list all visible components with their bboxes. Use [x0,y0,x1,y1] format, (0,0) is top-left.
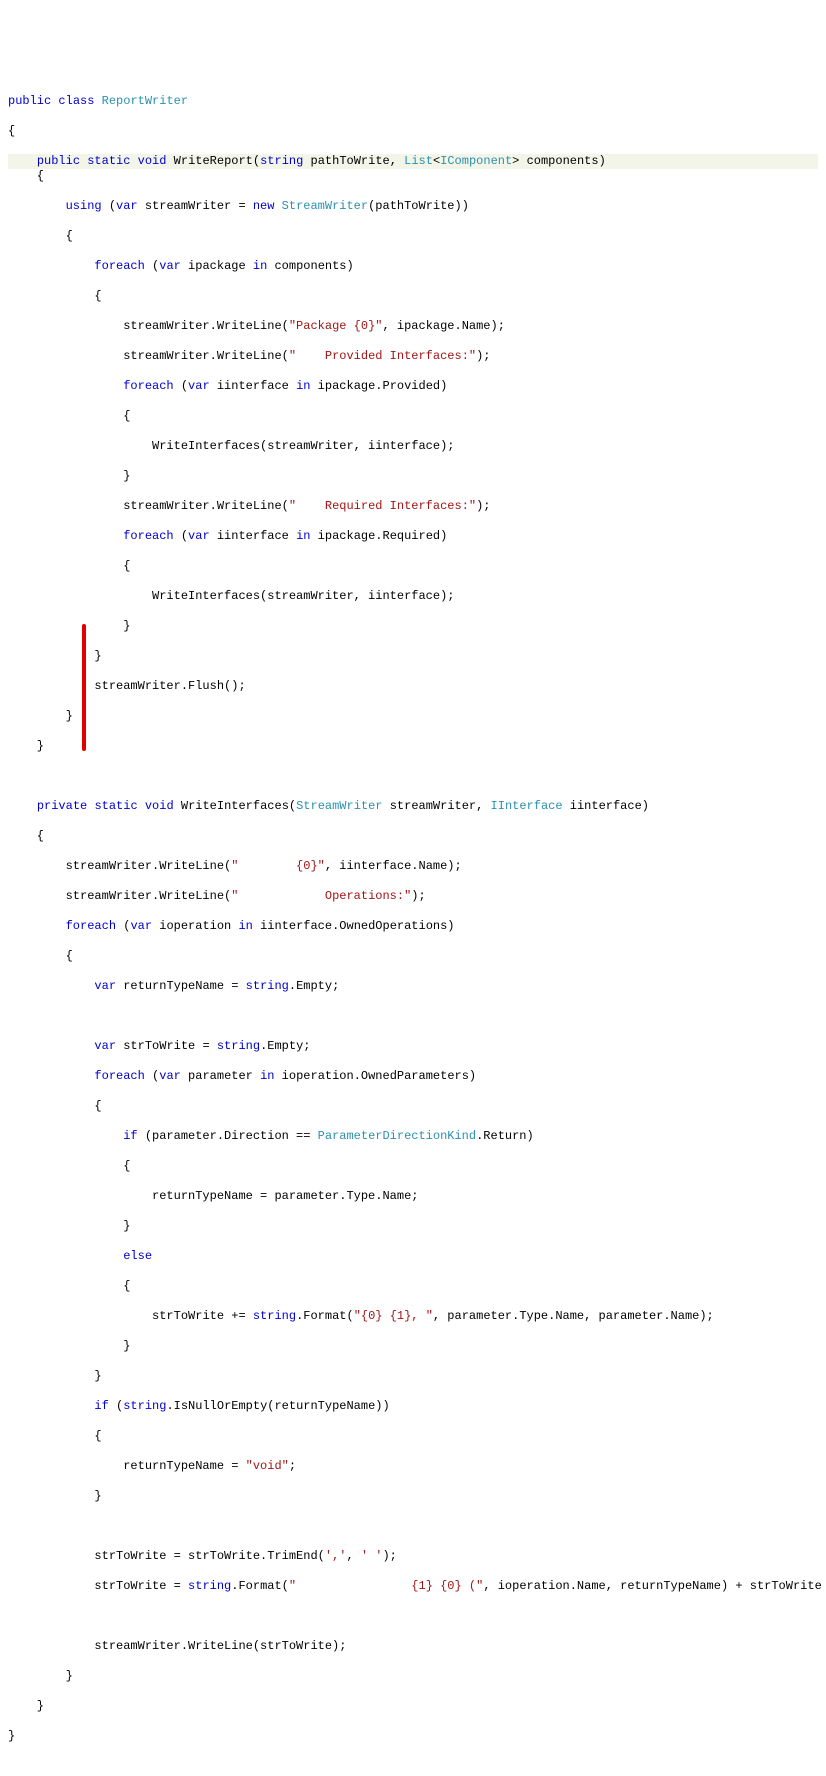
code-line [8,1519,818,1534]
code-line: { [8,289,818,304]
code-line: } [8,1219,818,1234]
code-line: streamWriter.WriteLine(strToWrite); [8,1639,818,1654]
code-line: { [8,1099,818,1114]
code-line: streamWriter.WriteLine(" Required Interf… [8,499,818,514]
code-line: returnTypeName = "void"; [8,1459,818,1474]
code-line: foreach (var ioperation in iinterface.Ow… [8,919,818,934]
code-line: { [8,829,818,844]
code-line: { [8,1429,818,1444]
code-line-highlighted: public static void WriteReport(string pa… [8,154,818,169]
code-line: streamWriter.WriteLine(" {0}", iinterfac… [8,859,818,874]
code-line: streamWriter.WriteLine(" Operations:"); [8,889,818,904]
code-line: using (var streamWriter = new StreamWrit… [8,199,818,214]
code-line: } [8,1669,818,1684]
code-line: } [8,1699,818,1714]
code-line: returnTypeName = parameter.Type.Name; [8,1189,818,1204]
code-line: { [8,169,818,184]
code-line: } [8,739,818,754]
code-line: WriteInterfaces(streamWriter, iinterface… [8,439,818,454]
code-line: else [8,1249,818,1264]
code-line: } [8,469,818,484]
code-line: foreach (var iinterface in ipackage.Prov… [8,379,818,394]
code-line: } [8,619,818,634]
code-editor[interactable]: public class ReportWriter { public stati… [0,60,826,1763]
change-marker [82,624,86,751]
code-line: foreach (var ipackage in components) [8,259,818,274]
code-line [8,1009,818,1024]
code-line: } [8,709,818,724]
code-line: streamWriter.WriteLine("Package {0}", ip… [8,319,818,334]
code-line: { [8,1159,818,1174]
code-line: } [8,1369,818,1384]
code-line: foreach (var iinterface in ipackage.Requ… [8,529,818,544]
code-line: } [8,649,818,664]
code-line: strToWrite = strToWrite.TrimEnd(',', ' '… [8,1549,818,1564]
code-line: { [8,124,818,139]
code-line: if (string.IsNullOrEmpty(returnTypeName)… [8,1399,818,1414]
code-line: var returnTypeName = string.Empty; [8,979,818,994]
code-line: streamWriter.Flush(); [8,679,818,694]
code-line: foreach (var parameter in ioperation.Own… [8,1069,818,1084]
code-line: WriteInterfaces(streamWriter, iinterface… [8,589,818,604]
code-line: } [8,1489,818,1504]
code-line: { [8,1279,818,1294]
code-line: strToWrite += string.Format("{0} {1}, ",… [8,1309,818,1324]
code-line [8,1609,818,1624]
code-line: { [8,409,818,424]
code-line: { [8,949,818,964]
code-line: } [8,1729,818,1744]
code-line: var strToWrite = string.Empty; [8,1039,818,1054]
code-line: { [8,229,818,244]
code-line: strToWrite = string.Format(" {1} {0} (",… [8,1579,818,1594]
code-line: } [8,1339,818,1354]
code-line: { [8,559,818,574]
code-line: private static void WriteInterfaces(Stre… [8,799,818,814]
code-line: public class ReportWriter [8,94,818,109]
code-line: streamWriter.WriteLine(" Provided Interf… [8,349,818,364]
code-line [8,769,818,784]
code-line: if (parameter.Direction == ParameterDire… [8,1129,818,1144]
